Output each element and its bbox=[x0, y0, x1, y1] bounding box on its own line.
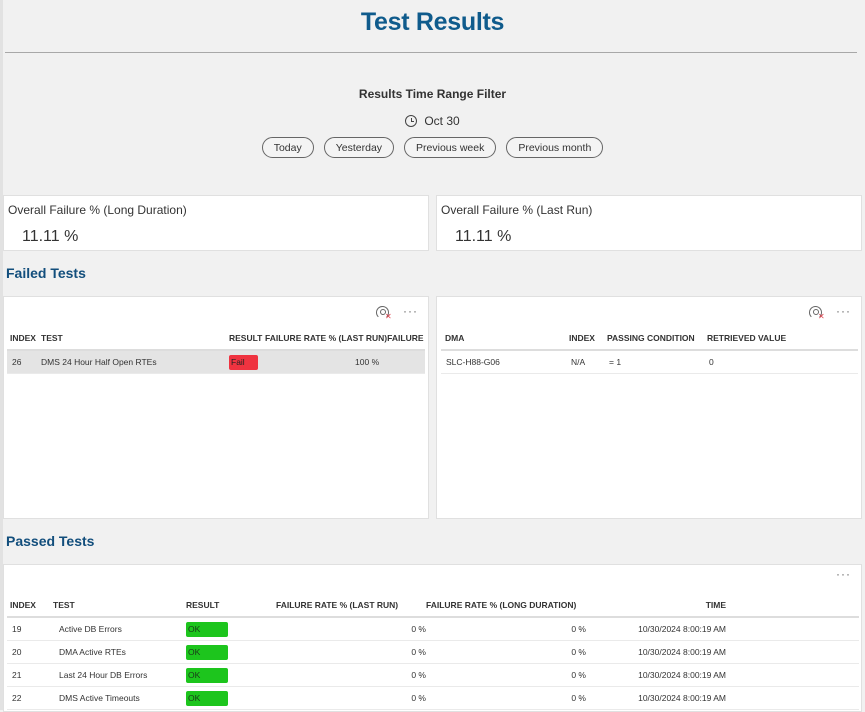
time-cell: 10/30/2024 8:00:19 AM bbox=[586, 686, 726, 710]
column-header[interactable]: TEST bbox=[41, 327, 229, 351]
table-row[interactable]: 21 Last 24 Hour DB Errors OK 0 % 0 % 10/… bbox=[7, 663, 859, 687]
filter-date-label: Oct 30 bbox=[424, 114, 460, 128]
failure-rate-long-cell bbox=[387, 350, 425, 374]
column-header[interactable]: FAILURE RATE % (LONG DURATION) bbox=[426, 594, 586, 618]
eye-hidden-icon[interactable]: ✕ bbox=[376, 305, 392, 321]
table-row[interactable]: 22 DMS Active Timeouts OK 0 % 0 % 10/30/… bbox=[7, 686, 859, 710]
column-header[interactable]: TEST bbox=[53, 594, 186, 618]
time-cell: 10/30/2024 8:00:19 AM bbox=[586, 663, 726, 687]
panel-toolbar: ✕ ··· bbox=[376, 305, 418, 321]
yesterday-button[interactable]: Yesterday bbox=[323, 137, 395, 158]
panel-toolbar: ✕ ··· bbox=[809, 305, 851, 321]
filter-date[interactable]: Oct 30 bbox=[0, 114, 865, 128]
failed-tests-table: INDEX TEST RESULT FAILURE RATE % (LAST R… bbox=[7, 327, 425, 374]
long-duration-cell: 0 % bbox=[426, 686, 586, 710]
result-cell: OK bbox=[186, 686, 276, 710]
passed-tests-panel: ··· INDEX TEST RESULT FAILURE RATE % (LA… bbox=[3, 564, 862, 712]
page-title: Test Results bbox=[360, 8, 505, 36]
failure-rate-cell: 100 % bbox=[265, 350, 388, 374]
long-duration-cell: 0 % bbox=[426, 617, 586, 641]
more-options-icon[interactable]: ··· bbox=[836, 305, 851, 317]
table-row[interactable]: 20 DMA Active RTEs OK 0 % 0 % 10/30/2024… bbox=[7, 640, 859, 664]
index-cell: 20 bbox=[7, 640, 53, 664]
column-header[interactable]: FAILURE RATE % (LAST RUN) bbox=[276, 594, 426, 618]
column-header[interactable]: TIME bbox=[586, 594, 726, 618]
clock-icon bbox=[405, 115, 418, 127]
more-options-icon[interactable]: ··· bbox=[836, 568, 851, 580]
table-row[interactable]: SLC-H88-G06 N/A = 1 0 bbox=[441, 350, 858, 374]
table-row[interactable]: 26 DMS 24 Hour Half Open RTEs Fail 100 % bbox=[7, 350, 425, 374]
kpi-value: 11.11 % bbox=[22, 228, 79, 245]
eye-hidden-icon[interactable]: ✕ bbox=[809, 305, 825, 321]
column-header[interactable]: RESULT bbox=[229, 327, 265, 351]
time-cell: 10/30/2024 8:00:19 AM bbox=[586, 640, 726, 664]
column-header-spacer bbox=[726, 594, 859, 618]
filter-title: Results Time Range Filter bbox=[358, 87, 507, 101]
column-header[interactable]: INDEX bbox=[569, 327, 607, 351]
test-cell: DMS 24 Hour Half Open RTEs bbox=[41, 350, 229, 374]
today-button[interactable]: Today bbox=[261, 137, 314, 158]
test-cell: DMS Active Timeouts bbox=[53, 686, 186, 710]
kpi-card-long-duration: Overall Failure % (Long Duration) 11.11 … bbox=[3, 195, 429, 251]
long-duration-cell: 0 % bbox=[426, 640, 586, 664]
kpi-value: 11.11 % bbox=[455, 228, 512, 245]
column-header[interactable]: RESULT bbox=[186, 594, 276, 618]
last-run-cell: 0 % bbox=[276, 663, 426, 687]
index-cell: 21 bbox=[7, 663, 53, 687]
time-cell: 10/30/2024 8:00:19 AM bbox=[586, 617, 726, 641]
dma-cell: SLC-H88-G06 bbox=[441, 350, 569, 374]
index-cell: 19 bbox=[7, 617, 53, 641]
previous-week-button[interactable]: Previous week bbox=[404, 137, 497, 158]
column-header[interactable]: DMA bbox=[441, 327, 569, 351]
long-duration-cell: 0 % bbox=[426, 663, 586, 687]
last-run-cell: 0 % bbox=[276, 686, 426, 710]
column-header[interactable]: INDEX bbox=[7, 327, 41, 351]
column-header[interactable]: FAILURE RATE % (LAST RUN) bbox=[265, 327, 388, 351]
ok-badge: OK bbox=[186, 667, 228, 683]
table-row[interactable]: 19 Active DB Errors OK 0 % 0 % 10/30/202… bbox=[7, 617, 859, 641]
index-cell: 22 bbox=[7, 686, 53, 710]
failed-details-panel: ✕ ··· DMA INDEX PASSING CONDITION RETRIE… bbox=[436, 296, 862, 519]
failed-tests-heading: Failed Tests bbox=[6, 265, 86, 281]
title-divider bbox=[5, 52, 857, 53]
more-options-icon[interactable]: ··· bbox=[403, 305, 418, 317]
column-header[interactable]: FAILURE RAT bbox=[387, 327, 425, 351]
failed-tests-panel: ✕ ··· INDEX TEST RESULT FAILURE RATE % (… bbox=[3, 296, 429, 519]
result-cell: OK bbox=[186, 663, 276, 687]
result-cell: OK bbox=[186, 640, 276, 664]
fail-badge: Fail bbox=[229, 354, 258, 370]
test-cell: Active DB Errors bbox=[53, 617, 186, 641]
passing-condition-cell: = 1 bbox=[607, 350, 707, 374]
result-cell: Fail bbox=[229, 350, 265, 374]
kpi-card-last-run: Overall Failure % (Last Run) 11.11 % bbox=[436, 195, 862, 251]
last-run-cell: 0 % bbox=[276, 617, 426, 641]
passed-tests-heading: Passed Tests bbox=[6, 533, 95, 549]
column-header[interactable]: INDEX bbox=[7, 594, 53, 618]
index-cell: N/A bbox=[569, 350, 607, 374]
previous-month-button[interactable]: Previous month bbox=[506, 137, 604, 158]
panel-toolbar: ··· bbox=[836, 568, 851, 580]
column-header[interactable]: RETRIEVED VALUE bbox=[707, 327, 858, 351]
index-cell: 26 bbox=[7, 350, 41, 374]
kpi-label: Overall Failure % (Long Duration) bbox=[8, 203, 187, 217]
ok-badge: OK bbox=[186, 644, 228, 660]
result-cell: OK bbox=[186, 617, 276, 641]
ok-badge: OK bbox=[186, 690, 228, 706]
test-cell: DMA Active RTEs bbox=[53, 640, 186, 664]
last-run-cell: 0 % bbox=[276, 640, 426, 664]
column-header[interactable]: PASSING CONDITION bbox=[607, 327, 707, 351]
test-cell: Last 24 Hour DB Errors bbox=[53, 663, 186, 687]
ok-badge: OK bbox=[186, 621, 228, 637]
failed-details-table: DMA INDEX PASSING CONDITION RETRIEVED VA… bbox=[441, 327, 858, 374]
retrieved-value-cell: 0 bbox=[707, 350, 858, 374]
kpi-label: Overall Failure % (Last Run) bbox=[441, 203, 593, 217]
range-buttons: Today Yesterday Previous week Previous m… bbox=[0, 137, 865, 158]
passed-tests-table: INDEX TEST RESULT FAILURE RATE % (LAST R… bbox=[7, 594, 859, 710]
